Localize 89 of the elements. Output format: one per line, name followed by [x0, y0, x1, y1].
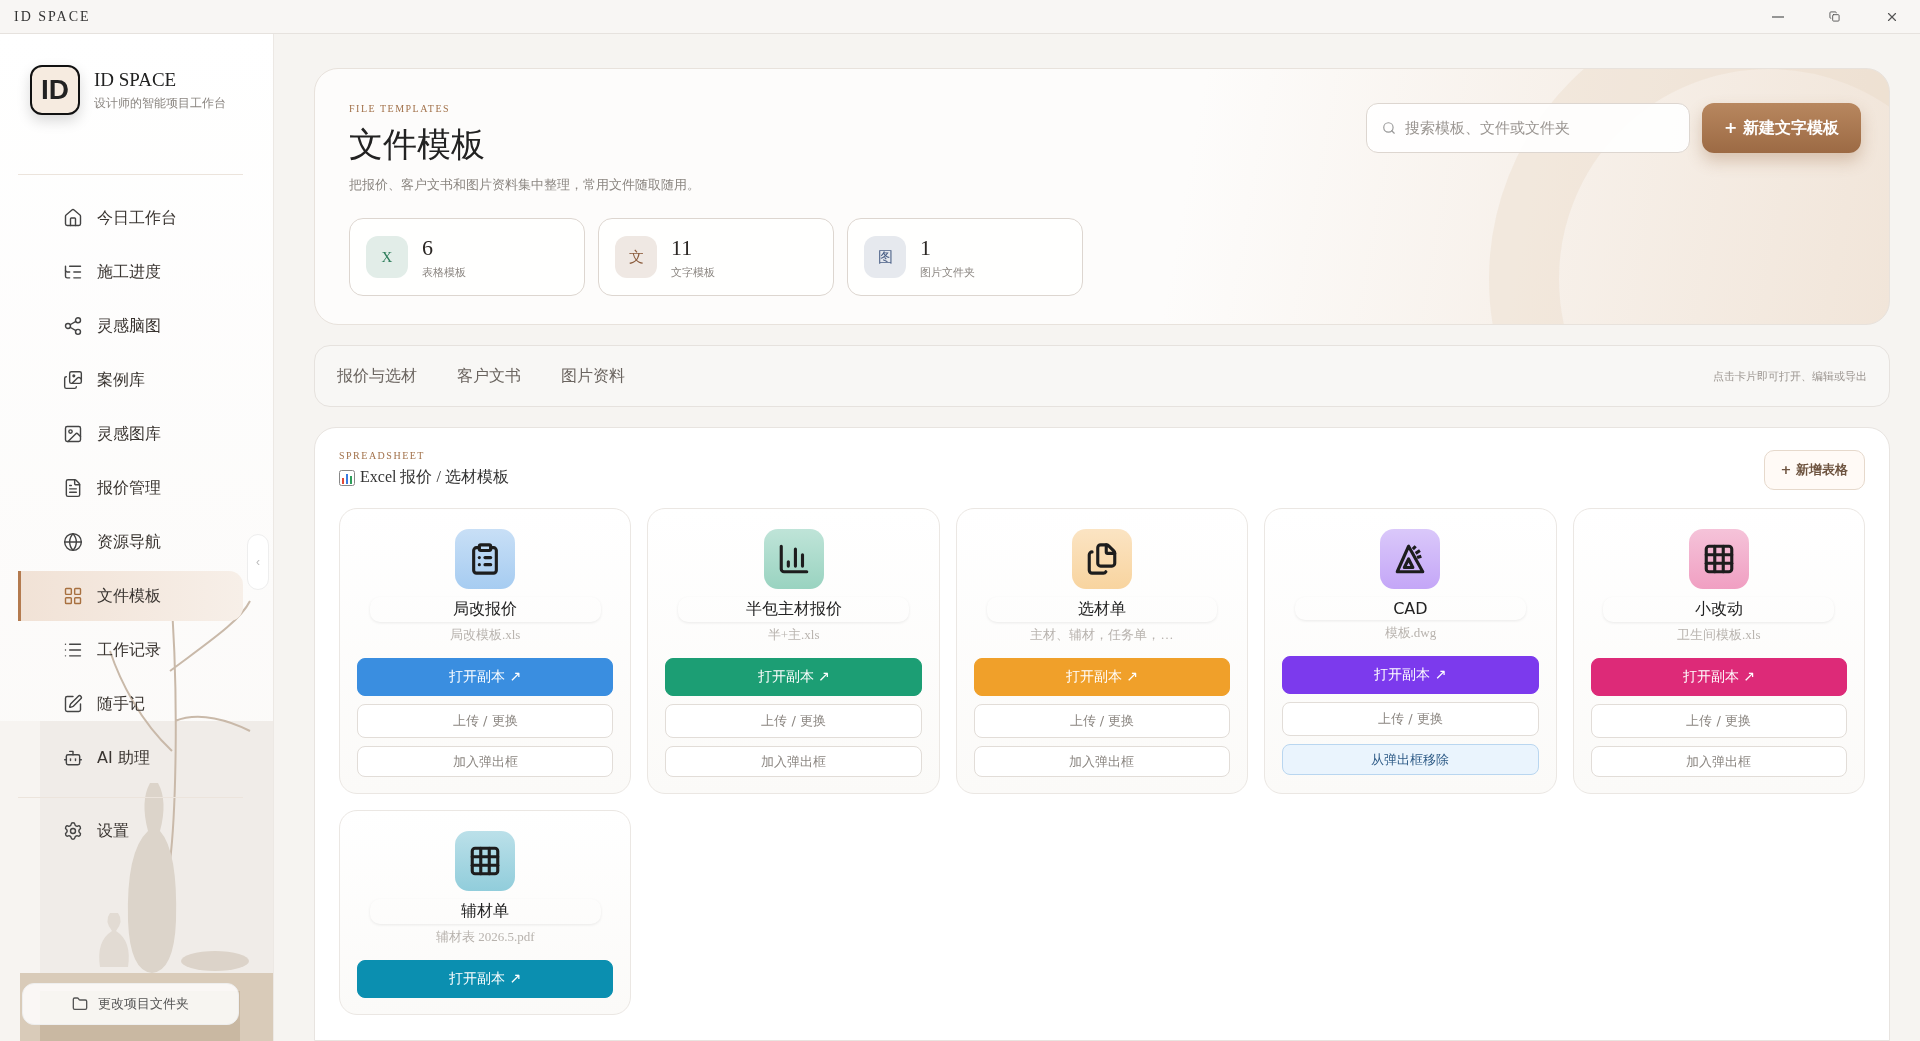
- tab[interactable]: 客户文书: [457, 365, 537, 387]
- nav-item[interactable]: 案例库: [18, 355, 243, 405]
- nav-item[interactable]: 报价管理: [18, 463, 243, 513]
- section-eyebrow: SPREADSHEET: [339, 450, 426, 461]
- stat-label: 表格模板: [422, 264, 466, 280]
- template-card[interactable]: 局改报价 局改模板.xls 打开副本 ↗ 上传 / 更换 加入弹出框: [339, 508, 632, 794]
- hint-text: 点击卡片即可打开、编辑或导出: [1713, 368, 1867, 384]
- upload-button[interactable]: 上传 / 更换: [665, 704, 922, 738]
- document-icon: [63, 478, 83, 498]
- open-copy-button[interactable]: 打开副本 ↗: [1282, 656, 1539, 694]
- page-subtitle: 把报价、客户文书和图片资料集中整理，常用文件随取随用。: [349, 176, 701, 194]
- eyebrow: FILE TEMPLATES: [349, 103, 452, 114]
- add-to-popup-button[interactable]: 加入弹出框: [1590, 746, 1847, 777]
- nav-item[interactable]: 设置: [18, 806, 243, 856]
- globe-icon: [63, 532, 83, 552]
- nav-item[interactable]: 工作记录: [18, 625, 243, 675]
- tab[interactable]: 报价与选材: [337, 365, 433, 387]
- file-name: 主材、辅材，任务单，…: [1030, 626, 1174, 644]
- stat-badge: X: [366, 236, 408, 278]
- search-icon: [1382, 121, 1396, 135]
- nav-item[interactable]: 文件模板: [18, 571, 243, 621]
- list-icon: [63, 262, 83, 282]
- stat-value: 6: [422, 234, 434, 261]
- upload-button[interactable]: 上传 / 更换: [357, 704, 614, 738]
- nav-item[interactable]: 灵感图库: [18, 409, 243, 459]
- image-icon: [63, 424, 83, 444]
- brand-tagline: 设计师的智能项目工作台: [94, 94, 226, 112]
- stat-badge: 图: [864, 236, 906, 278]
- page-title: 文件模板: [349, 125, 486, 165]
- file-name: 半+主.xls: [767, 626, 820, 644]
- template-card[interactable]: 小改动 卫生间模板.xls 打开副本 ↗ 上传 / 更换 加入弹出框: [1572, 508, 1865, 794]
- upload-button[interactable]: 上传 / 更换: [1590, 704, 1847, 738]
- open-copy-button[interactable]: 打开副本 ↗: [357, 960, 614, 998]
- add-to-popup-button[interactable]: 加入弹出框: [665, 746, 922, 777]
- bar-chart-icon: [339, 469, 355, 486]
- template-card[interactable]: 辅材单 辅材表 2026.5.pdf 打开副本 ↗: [339, 810, 632, 1015]
- tab[interactable]: 图片资料: [561, 365, 641, 387]
- gallery-icon: [63, 370, 83, 390]
- app-logo: ID: [30, 65, 80, 115]
- stat-label: 图片文件夹: [920, 264, 975, 280]
- nav-item[interactable]: 施工进度: [18, 247, 243, 297]
- stat-badge: 文: [615, 236, 657, 278]
- list-icon: [63, 640, 83, 660]
- template-card[interactable]: CAD 模板.dwg 打开副本 ↗ 上传 / 更换 从弹出框移除: [1264, 508, 1557, 794]
- open-copy-button[interactable]: 打开副本 ↗: [1590, 658, 1847, 696]
- open-copy-button[interactable]: 打开副本 ↗: [357, 658, 614, 696]
- file-name: 模板.dwg: [1384, 624, 1437, 642]
- restore-icon: [1829, 11, 1840, 22]
- edit-icon: [63, 694, 83, 714]
- nav-item[interactable]: 今日工作台: [18, 193, 243, 243]
- nav-item[interactable]: 资源导航: [18, 517, 243, 567]
- remove-from-popup-button[interactable]: 从弹出框移除: [1282, 744, 1539, 775]
- window-title: ID SPACE: [14, 8, 91, 25]
- template-name: 小改动: [1603, 597, 1835, 622]
- add-sheet-button[interactable]: + 新增表格: [1763, 450, 1865, 490]
- template-name: 辅材单: [369, 899, 601, 924]
- template-name: CAD: [1295, 597, 1526, 620]
- folder-icon: [72, 996, 88, 1012]
- template-name: 选材单: [986, 597, 1218, 622]
- stat-value: 1: [920, 234, 932, 261]
- minimize-icon: [1771, 15, 1784, 18]
- template-name: 局改报价: [369, 597, 601, 622]
- stat-label: 文字模板: [671, 264, 715, 280]
- template-card[interactable]: 选材单 主材、辅材，任务单，… 打开副本 ↗ 上传 / 更换 加入弹出框: [955, 508, 1249, 794]
- nodes-icon: [63, 316, 83, 336]
- section-title: Excel 报价 / 选材模板: [360, 467, 509, 487]
- home-icon: [63, 208, 83, 228]
- nav-item[interactable]: 灵感脑图: [18, 301, 243, 351]
- files-icon: [1085, 542, 1119, 576]
- upload-button[interactable]: 上传 / 更换: [973, 704, 1231, 738]
- search-field[interactable]: 搜索模板、文件或文件夹: [1366, 103, 1690, 153]
- stat-value: 11: [671, 234, 694, 261]
- settings-icon: [63, 821, 83, 841]
- nav-item[interactable]: 随手记: [18, 679, 243, 729]
- file-name: 卫生间模板.xls: [1677, 626, 1761, 644]
- add-to-popup-button[interactable]: 加入弹出框: [357, 746, 614, 777]
- file-name: 辅材表 2026.5.pdf: [435, 928, 535, 946]
- template-name: 半包主材报价: [678, 597, 909, 622]
- nav-item[interactable]: AI 助理: [18, 733, 243, 783]
- change-folder-button[interactable]: 更改项目文件夹: [22, 983, 239, 1025]
- new-template-button[interactable]: + 新建文字模板: [1702, 103, 1861, 153]
- template-card[interactable]: 半包主材报价 半+主.xls 打开副本 ↗ 上传 / 更换 加入弹出框: [647, 508, 940, 794]
- add-to-popup-button[interactable]: 加入弹出框: [973, 746, 1231, 777]
- robot-icon: [63, 748, 83, 768]
- open-copy-button[interactable]: 打开副本 ↗: [665, 658, 922, 696]
- file-name: 局改模板.xls: [450, 626, 521, 644]
- brand-name: ID SPACE: [94, 68, 178, 91]
- upload-button[interactable]: 上传 / 更换: [1282, 702, 1539, 736]
- grid-icon: [63, 586, 83, 606]
